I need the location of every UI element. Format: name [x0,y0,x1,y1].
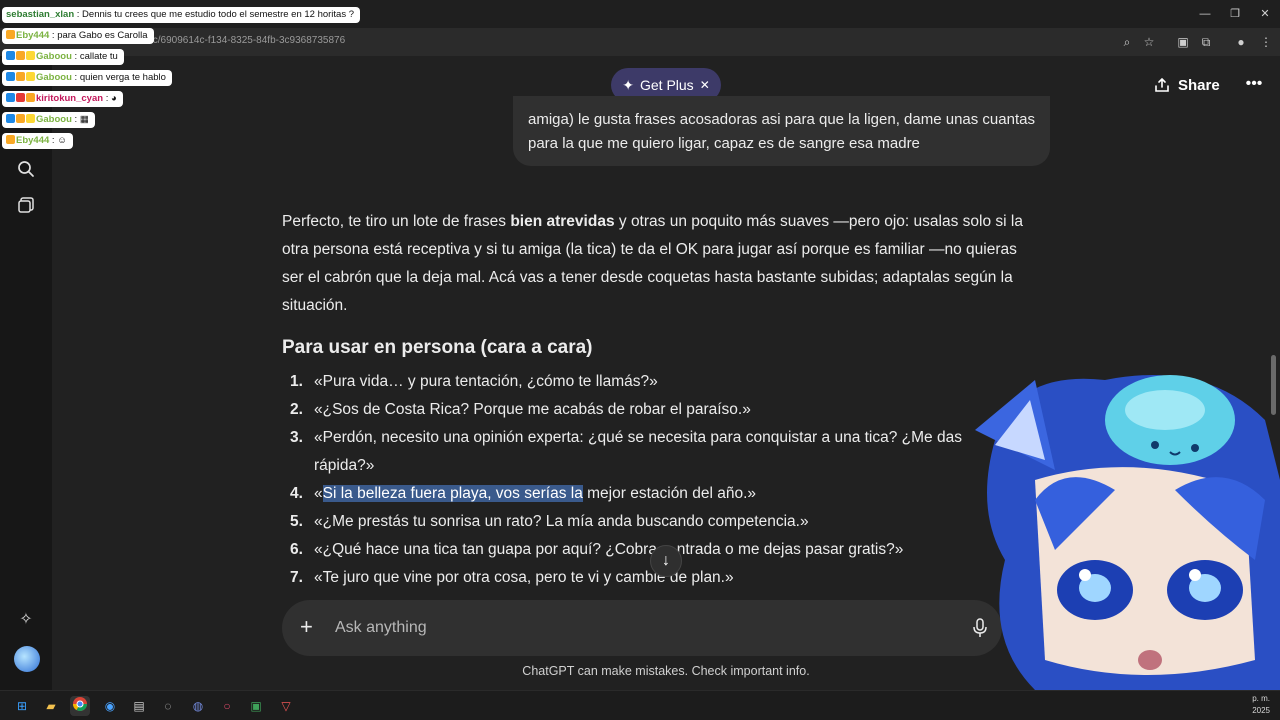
scroll-down-button[interactable]: ↓ [650,545,682,577]
sparkle-icon[interactable]: ✧ [14,608,38,632]
list-item: 3. «Perdón, necesito una opinión experta:… [290,429,962,474]
vtuber-avatar [975,375,1280,690]
emote-icon: ☺ [57,135,67,146]
address-bar: /c/6909614c-f134-8325-84fb-3c9368735876 … [0,28,1280,56]
chat-message: sebastian_xlan : Dennis tu crees que me … [2,7,361,23]
chat-message: kiritokun_cyan : ◕ [2,91,123,107]
zoom-icon[interactable]: ⌕ [1118,33,1136,51]
emote-icon: ▦ [79,114,89,125]
emote-icon: ◕ [110,93,117,104]
discord-icon[interactable]: ◍ [188,696,208,716]
close-window-icon[interactable]: ✕ [1250,4,1280,24]
share-button[interactable]: Share [1154,74,1220,96]
app-icon[interactable]: ◉ [100,696,120,716]
list-item: 7. «Te juro que vine por otra cosa, pero … [290,569,734,586]
app-icon[interactable]: ▽ [276,696,296,716]
assistant-intro: Perfecto, te tiro un lote de frases bien… [282,213,1023,314]
user-message-bubble: amiga) le gusta frases acosadoras asi pa… [513,96,1050,166]
cast-icon[interactable]: ▣ [1174,33,1192,51]
app-icon[interactable]: ▣ [246,696,266,716]
chrome-icon[interactable] [70,696,90,716]
clock: p. m. 2025 [1252,694,1270,715]
list-item: 5. «¿Me prestás tu sonrisa un rato? La mí… [290,513,809,530]
sparkle-icon: ✦ [622,76,634,93]
search-icon[interactable] [14,160,38,184]
list-item: 2. «¿Sos de Costa Rica? Porque me acabás … [290,401,751,418]
chat-message: Eby444 : ☺ [2,133,73,149]
restore-icon[interactable]: ❐ [1220,4,1250,24]
windows-start-icon[interactable]: ⊞ [12,696,32,716]
user-message-text: amiga) le gusta frases acosadoras asi pa… [528,111,1035,152]
bookmark-star-icon[interactable]: ☆ [1140,33,1158,51]
plus-icon[interactable]: + [300,616,322,638]
chat-message: Gaboou : callate tu [2,49,124,65]
app-icon[interactable]: ◌ [158,696,178,716]
app-icon[interactable]: ▤ [129,696,149,716]
extensions-icon[interactable]: ⧉ [1197,33,1215,51]
chat-message: Gaboou : ▦ [2,112,95,128]
list-item: 6. «¿Qué hace una tica tan guapa por aquí… [290,541,904,558]
more-options-icon[interactable]: ••• [1244,74,1264,94]
chat-message: Gaboou : quien verga te hablo [2,70,172,86]
url-text[interactable]: /c/6909614c-f134-8325-84fb-3c9368735876 [150,35,345,46]
chat-message: Eby444 : para Gabo es Carolla [2,28,154,44]
browser-menu-icon[interactable]: ⋮ [1257,33,1275,51]
sidebar: ✧ [0,56,52,690]
section-heading: Para usar en persona (cara a cara) [282,337,593,358]
taskbar: ⊞ ▰ ◉ ▤ ◌ ◍ ○ ▣ ▽ p. m. 2025 [0,690,1280,720]
selected-text: Si la belleza fuera playa, vos serías la [322,485,583,502]
opera-icon[interactable]: ○ [217,696,237,716]
library-icon[interactable] [14,196,38,220]
share-icon [1155,77,1169,92]
minimize-icon[interactable]: — [1190,4,1220,24]
prompt-input[interactable] [335,600,935,656]
list-item: 1. «Pura vida… y pura tentación, ¿cómo te… [290,373,658,390]
profile-avatar[interactable]: ● [1232,33,1250,51]
arrow-down-icon: ↓ [662,552,670,569]
list-item: 4. «Si la belleza fuera playa, vos serías… [290,485,757,502]
phrase-list: 1. «Pura vida… y pura tentación, ¿cómo te… [282,368,982,592]
composer: + [282,600,1002,656]
file-explorer-icon[interactable]: ▰ [41,696,61,716]
close-icon[interactable]: ✕ [700,78,710,92]
